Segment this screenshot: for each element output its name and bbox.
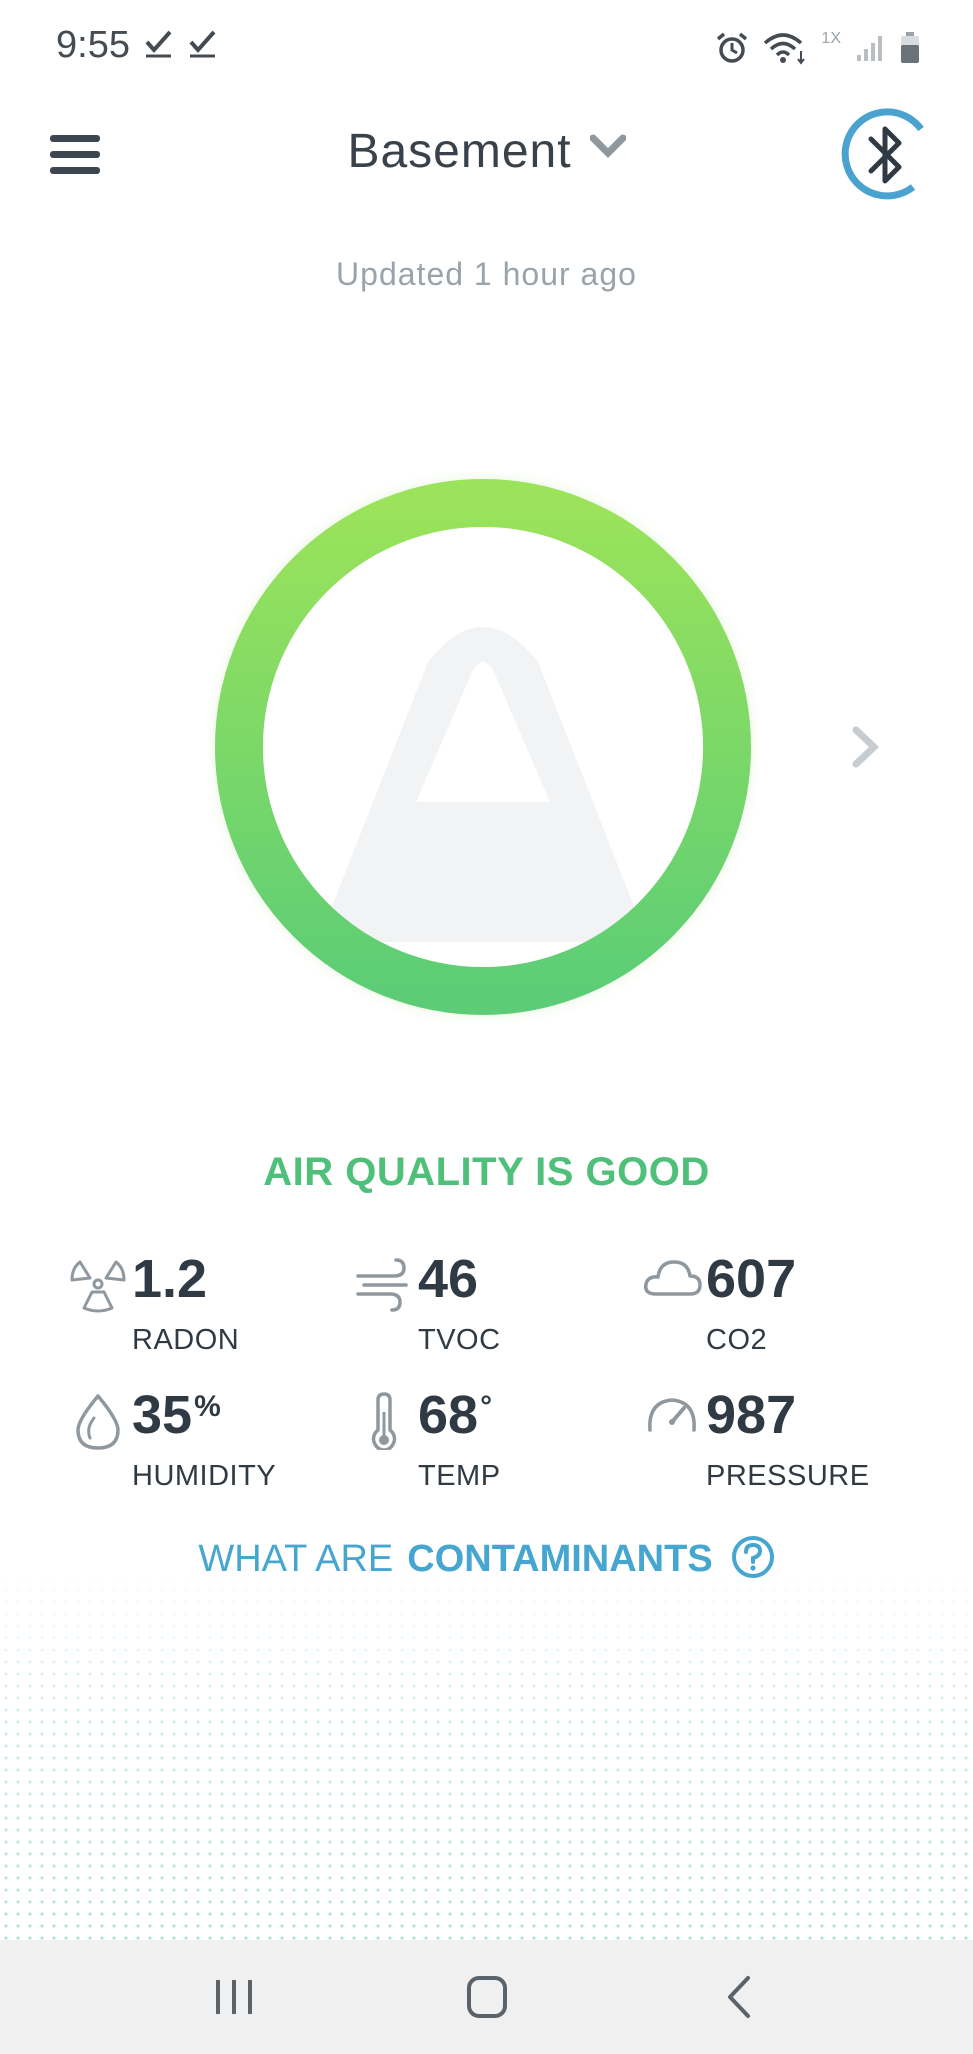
contaminants-prefix: WHAT ARE	[198, 1538, 394, 1580]
radiation-icon	[70, 1260, 126, 1313]
location-selector[interactable]: Basement	[0, 124, 973, 179]
bluetooth-icon	[868, 126, 902, 184]
metric-radon[interactable]: 1.2 RADON	[68, 1249, 328, 1374]
air-quality-status: AIR QUALITY IS GOOD	[263, 1150, 710, 1194]
cloud-icon	[643, 1260, 702, 1296]
help-circle-icon	[731, 1535, 774, 1578]
chevron-down-icon	[589, 134, 626, 159]
contaminants-bold: CONTAMINANTS	[407, 1538, 713, 1580]
metric-value: 35%	[132, 1385, 221, 1445]
water-drop-icon	[76, 1394, 120, 1450]
metric-value: 607	[706, 1249, 797, 1309]
location-name: Basement	[347, 125, 572, 178]
system-nav-bar	[0, 1940, 973, 2054]
metric-value: 68°	[418, 1385, 493, 1445]
metric-pressure[interactable]: 987 PRESSURE	[642, 1385, 902, 1510]
air-quality-ring	[215, 479, 751, 1015]
signal-icon	[857, 36, 882, 61]
metric-value: 987	[706, 1385, 797, 1445]
wind-icon	[356, 1258, 408, 1312]
chevron-right-icon[interactable]	[848, 724, 884, 770]
gauge-icon	[648, 1398, 696, 1432]
status-bar: 9:55 1X	[0, 0, 973, 92]
metric-tvoc[interactable]: 46 TVOC	[354, 1249, 614, 1374]
bluetooth-button[interactable]	[835, 105, 935, 205]
metric-label: CO2	[706, 1324, 768, 1356]
updated-timestamp: Updated 1 hour ago	[336, 256, 637, 292]
metric-temp[interactable]: 68° TEMP	[354, 1385, 614, 1510]
dotted-background	[0, 1560, 973, 1940]
metric-label: TEMP	[418, 1460, 501, 1492]
metric-humidity[interactable]: 35% HUMIDITY	[68, 1385, 328, 1510]
home-icon[interactable]	[457, 1972, 517, 2022]
metric-label: TVOC	[418, 1324, 501, 1356]
thermometer-icon	[371, 1392, 397, 1450]
network-type-label: 1X	[821, 30, 841, 47]
metric-value: 46	[418, 1249, 479, 1309]
back-icon[interactable]	[712, 1972, 772, 2022]
status-time: 9:55	[56, 24, 130, 66]
metric-label: PRESSURE	[706, 1460, 870, 1492]
alarm-icon	[717, 32, 748, 63]
wifi-icon	[764, 33, 806, 65]
contaminants-link[interactable]: WHAT ARE CONTAMINANTS	[0, 1535, 973, 1581]
app-header: Basement	[0, 100, 973, 210]
metric-value: 1.2	[132, 1249, 208, 1309]
battery-icon	[901, 32, 919, 63]
status-icons: 1X	[715, 28, 921, 68]
check-icon	[189, 30, 216, 58]
metric-co2[interactable]: 607 CO2	[642, 1249, 902, 1374]
recent-apps-icon[interactable]	[204, 1972, 264, 2022]
metric-label: RADON	[132, 1324, 240, 1356]
metric-label: HUMIDITY	[132, 1460, 277, 1492]
check-icon	[145, 30, 172, 58]
